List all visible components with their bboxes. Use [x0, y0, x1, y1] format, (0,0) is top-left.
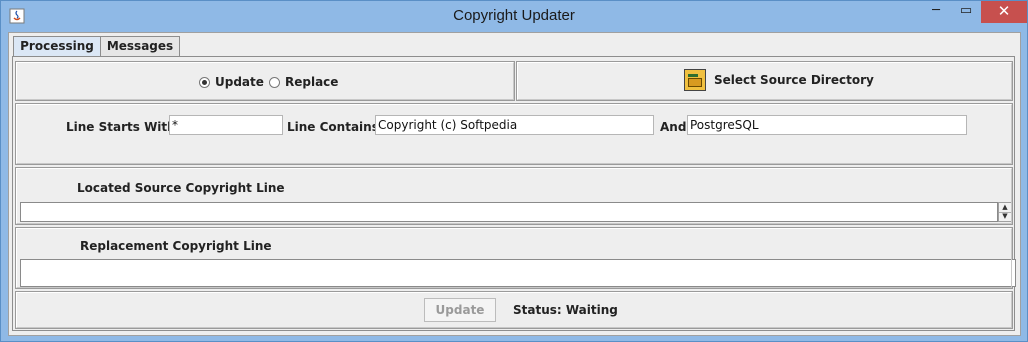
located-line-spinner: ▲ ▼	[998, 202, 1012, 222]
folder-open-icon[interactable]	[684, 69, 706, 91]
action-panel: Update Status: Waiting	[15, 291, 1013, 329]
filter-panel: Line Starts With: * Line Contains: Copyr…	[15, 103, 1013, 165]
radio-update[interactable]: Update	[199, 75, 264, 89]
client-area: Processing Messages Update Replace Selec…	[8, 32, 1021, 336]
radio-replace-label: Replace	[285, 75, 339, 89]
maximize-button[interactable]: ▭	[951, 1, 981, 23]
located-line-field[interactable]	[20, 202, 998, 222]
app-window: Copyright Updater ─ ▭ ✕ Processing Messa…	[0, 0, 1028, 342]
replacement-line-panel: Replacement Copyright Line	[15, 227, 1016, 289]
processing-panel: Update Replace Select Source Directory L…	[12, 56, 1016, 331]
minimize-button[interactable]: ─	[921, 1, 951, 23]
line-contains-label: Line Contains:	[287, 120, 384, 134]
spinner-down-icon[interactable]: ▼	[999, 212, 1011, 221]
source-directory-panel: Select Source Directory	[516, 61, 1013, 101]
mode-panel: Update Replace	[15, 61, 515, 101]
located-line-panel: Located Source Copyright Line ▲ ▼	[15, 167, 1013, 225]
radio-update-indicator[interactable]	[199, 76, 210, 88]
radio-replace-indicator[interactable]	[269, 76, 280, 88]
replacement-line-label: Replacement Copyright Line	[80, 239, 272, 253]
replacement-line-input[interactable]	[20, 259, 1016, 287]
tab-messages[interactable]: Messages	[100, 36, 180, 56]
close-button[interactable]: ✕	[981, 1, 1027, 23]
and-label: And	[660, 120, 687, 134]
line-contains-input[interactable]: Copyright (c) Softpedia	[375, 115, 654, 135]
radio-update-label: Update	[215, 75, 264, 89]
located-line-label: Located Source Copyright Line	[77, 181, 285, 195]
title-bar[interactable]: Copyright Updater ─ ▭ ✕	[1, 1, 1027, 31]
and-input[interactable]: PostgreSQL	[687, 115, 967, 135]
update-button[interactable]: Update	[424, 298, 496, 322]
radio-replace[interactable]: Replace	[269, 75, 338, 89]
line-starts-input[interactable]: *	[169, 115, 283, 135]
window-title: Copyright Updater	[453, 7, 575, 24]
tab-processing[interactable]: Processing	[13, 36, 101, 57]
select-source-directory-button[interactable]: Select Source Directory	[684, 69, 874, 91]
line-starts-label: Line Starts With:	[66, 120, 181, 134]
select-source-directory-label: Select Source Directory	[714, 73, 874, 87]
status-text: Status: Waiting	[513, 303, 618, 317]
